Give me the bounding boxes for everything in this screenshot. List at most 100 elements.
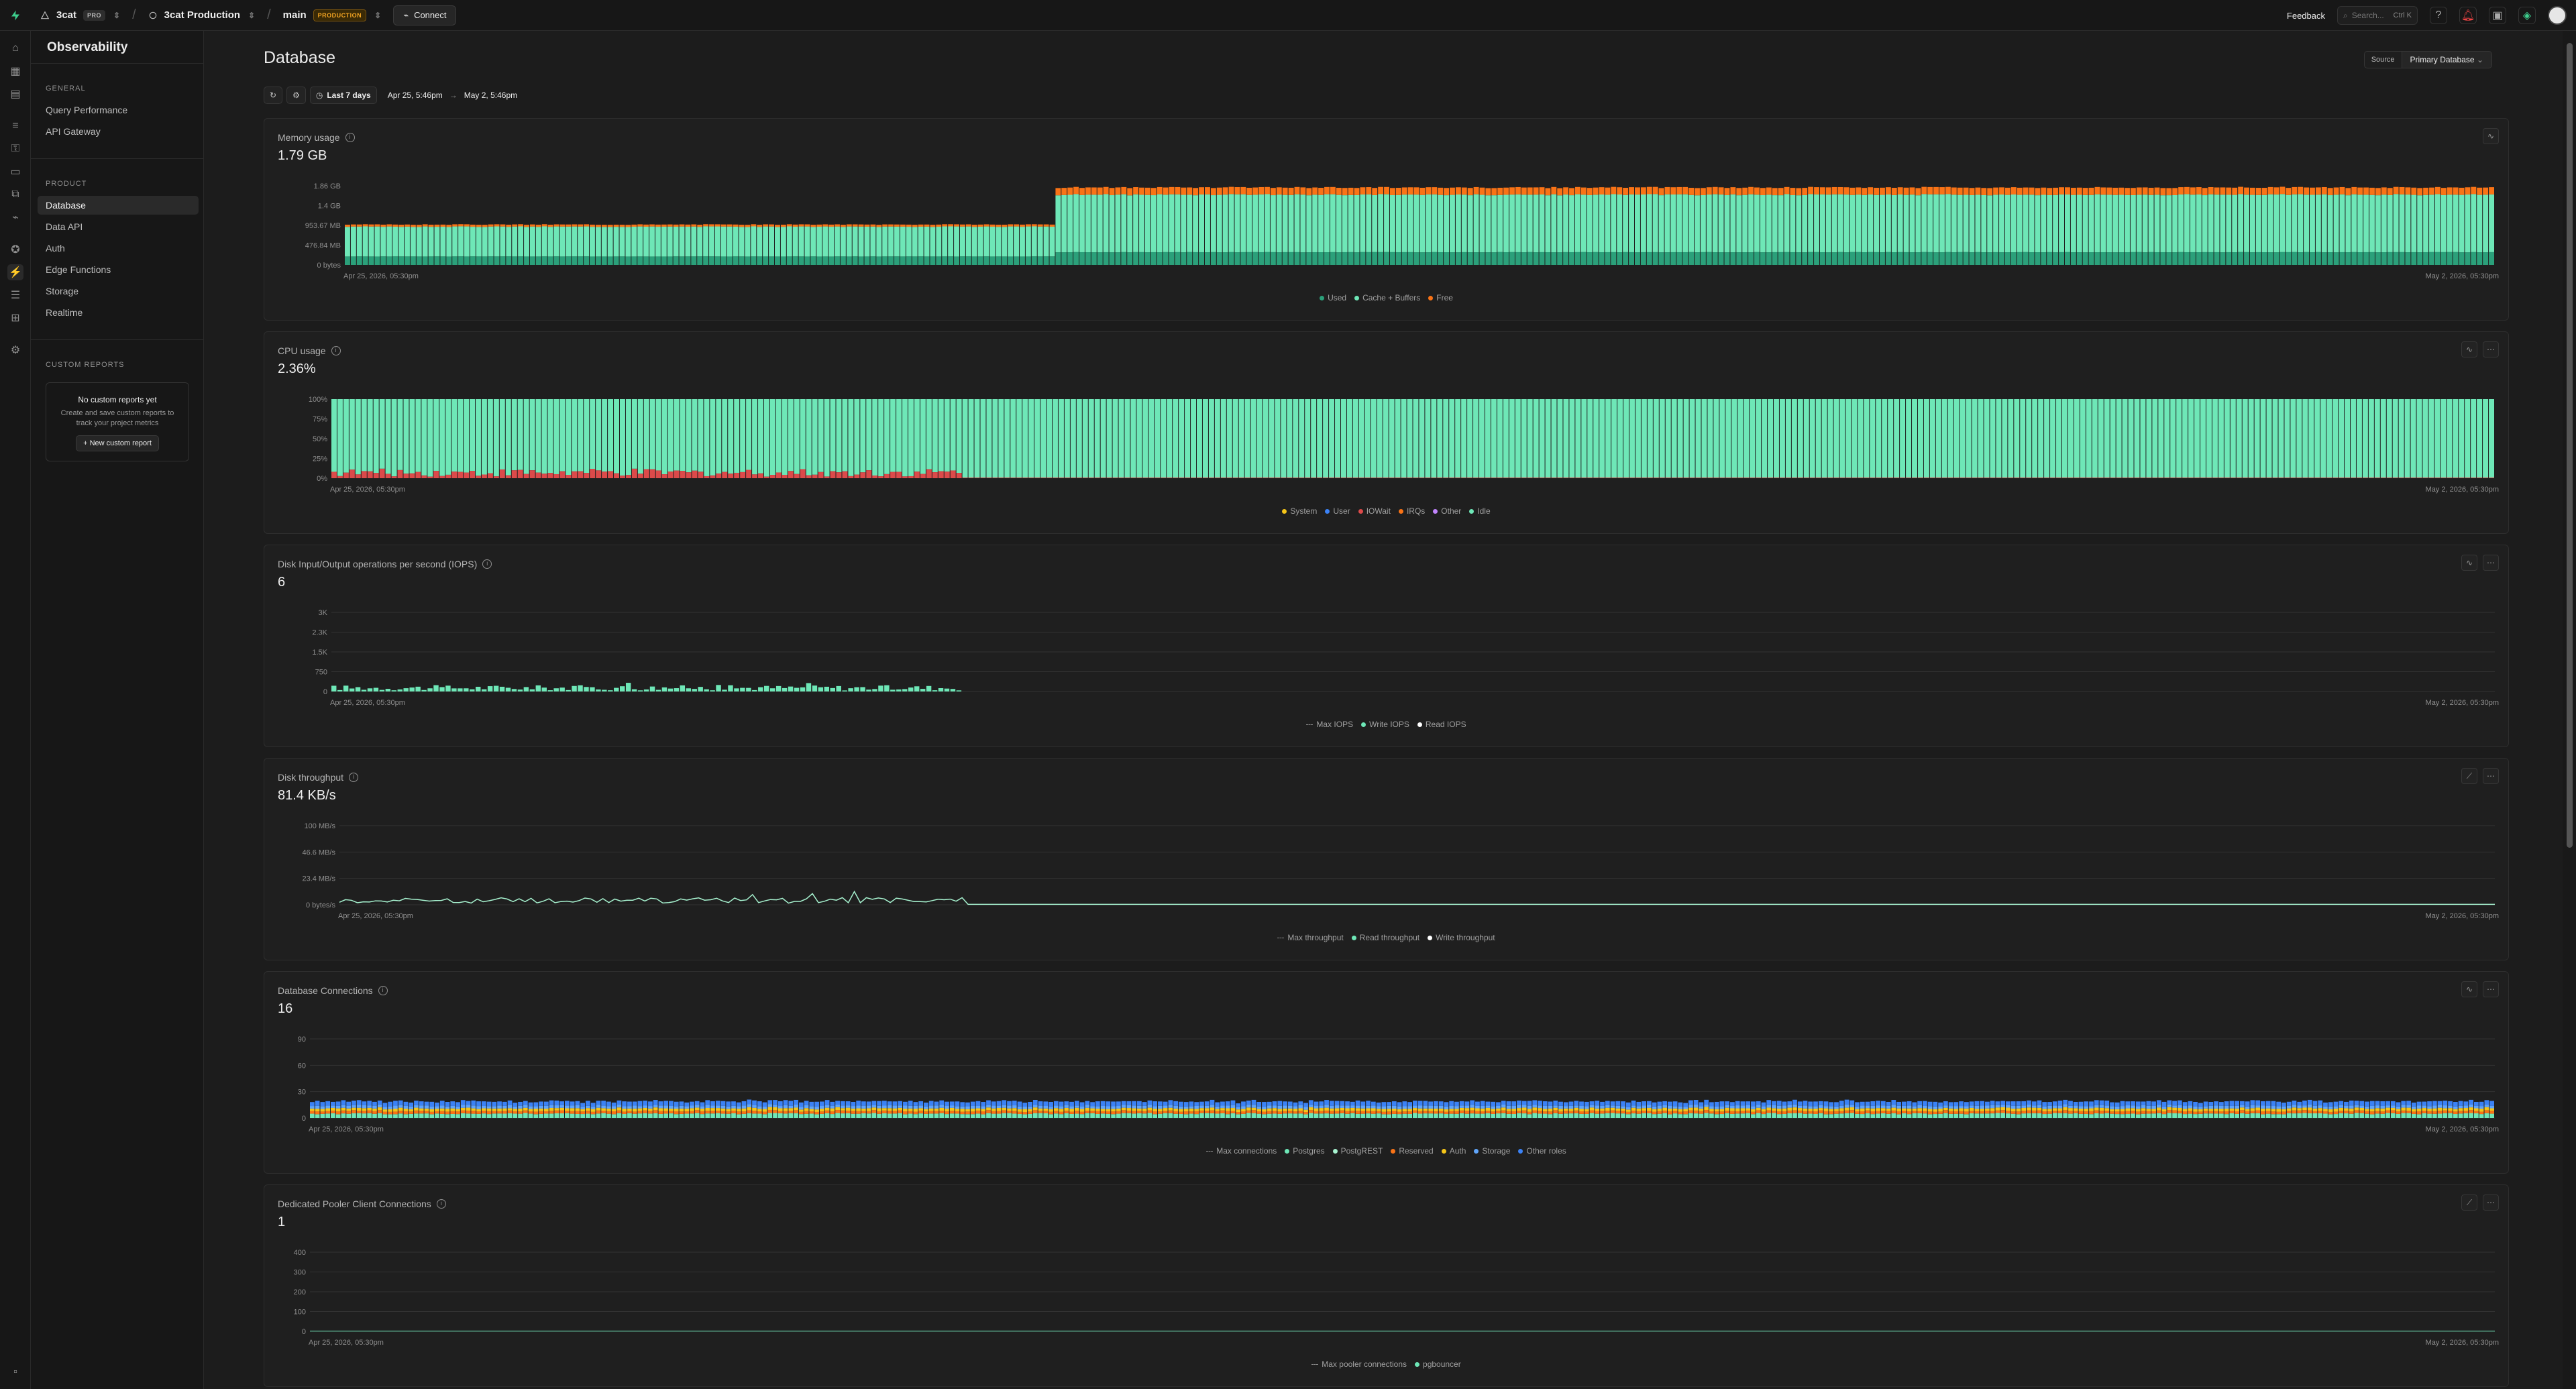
bar-segment: [1569, 188, 1574, 196]
supabase-logo-icon[interactable]: [0, 0, 31, 31]
legend-item[interactable]: Max IOPS: [1306, 720, 1353, 729]
auth-icon[interactable]: ⚿: [7, 141, 23, 157]
legend-item[interactable]: Used: [1320, 293, 1346, 302]
bar-segment: [1473, 252, 1479, 265]
legend-item[interactable]: Write IOPS: [1361, 720, 1409, 729]
menu-item-query-performance[interactable]: Query Performance: [38, 101, 199, 119]
legend-item[interactable]: Read IOPS: [1417, 720, 1466, 729]
bar-idle: [2200, 399, 2206, 478]
bar-segment: [2110, 1109, 2114, 1112]
observability-icon[interactable]: ⚡: [7, 264, 23, 280]
bar-idle: [2122, 399, 2128, 478]
legend-item[interactable]: Read throughput: [1351, 933, 1419, 942]
legend-item[interactable]: Max connections: [1206, 1146, 1277, 1156]
bar-segment: [1943, 1110, 1948, 1113]
notifications-icon[interactable]: 🔔︎: [2459, 7, 2477, 24]
scrollbar[interactable]: [2563, 31, 2576, 1389]
legend-item[interactable]: Auth: [1441, 1146, 1466, 1156]
legend-item[interactable]: IRQs: [1398, 506, 1425, 516]
bar-segment: [1760, 188, 1766, 196]
legend-item[interactable]: Write throughput: [1428, 933, 1495, 942]
legend-item[interactable]: PostgREST: [1332, 1146, 1383, 1156]
scrollbar-thumb[interactable]: [2567, 43, 2573, 848]
advisor-icon[interactable]: ◈: [2518, 7, 2536, 24]
bar-segment: [1303, 1109, 1308, 1113]
settings-icon[interactable]: ⚙: [7, 342, 23, 358]
avatar[interactable]: [2548, 6, 2567, 25]
bar-segment: [1381, 1109, 1387, 1112]
assistant-icon[interactable]: ▣: [2489, 7, 2506, 24]
logs-icon[interactable]: ☰: [7, 287, 23, 303]
bar-segment: [2118, 195, 2125, 253]
advisors-icon[interactable]: ✪: [7, 241, 23, 258]
bar-segment: [773, 1105, 777, 1107]
integrations-icon[interactable]: ⊞: [7, 310, 23, 326]
bar-segment: [541, 226, 547, 257]
bar-segment: [775, 256, 780, 265]
menu-item-database[interactable]: Database: [38, 196, 199, 215]
menu-item-data-api[interactable]: Data API: [38, 217, 199, 236]
bar-segment: [2229, 1111, 2235, 1113]
bar-write-iops: [349, 688, 355, 691]
legend-swatch: [1474, 1149, 1479, 1154]
org-name[interactable]: 3cat: [56, 9, 76, 21]
legend-item[interactable]: User: [1325, 506, 1350, 516]
bar-segment: [1551, 252, 1557, 265]
source-value[interactable]: Primary Database ⌄: [2402, 51, 2492, 68]
bar-segment: [2265, 1113, 2271, 1118]
connect-button[interactable]: ⌁ Connect: [393, 5, 457, 25]
bar-segment: [1735, 1111, 1740, 1114]
org-switcher-icon[interactable]: ⇕: [113, 11, 120, 20]
legend-item[interactable]: Max throughput: [1277, 933, 1344, 942]
legend-item[interactable]: Postgres: [1285, 1146, 1325, 1156]
date-range-button[interactable]: ◷ Last 7 days: [309, 87, 377, 104]
sql-editor-icon[interactable]: ▤: [7, 86, 23, 102]
project-switcher-icon[interactable]: ⇕: [248, 11, 255, 20]
bar-segment: [1682, 252, 1688, 265]
menu-item-api-gateway[interactable]: API Gateway: [38, 122, 199, 141]
bar-segment: [936, 224, 942, 227]
menu-item-storage[interactable]: Storage: [38, 282, 199, 300]
edge-functions-icon[interactable]: ⧉: [7, 186, 23, 203]
settings-button[interactable]: ⚙: [286, 87, 306, 104]
bar-segment: [1150, 252, 1157, 265]
legend-item[interactable]: System: [1282, 506, 1317, 516]
realtime-icon[interactable]: ⌁: [7, 209, 23, 225]
refresh-button[interactable]: ↻: [264, 87, 283, 104]
search-input[interactable]: ⌕ Search... Ctrl K: [2337, 6, 2418, 25]
menu-item-realtime[interactable]: Realtime: [38, 303, 199, 322]
branch-switcher-icon[interactable]: ⇕: [374, 11, 381, 20]
storage-icon[interactable]: ▭: [7, 164, 23, 180]
menu-item-auth[interactable]: Auth: [38, 239, 199, 258]
legend-item[interactable]: Idle: [1469, 506, 1491, 516]
legend-item[interactable]: Storage: [1474, 1146, 1510, 1156]
bar-segment: [1714, 1107, 1719, 1109]
legend-item[interactable]: Cache + Buffers: [1354, 293, 1420, 302]
menu-item-edge-functions[interactable]: Edge Functions: [38, 260, 199, 279]
legend-item[interactable]: Max pooler connections: [1311, 1359, 1407, 1369]
legend-item[interactable]: Other roles: [1518, 1146, 1566, 1156]
bar-idle: [1046, 399, 1052, 478]
collapse-sidebar-icon[interactable]: ▫: [7, 1364, 23, 1380]
legend-item[interactable]: IOWait: [1358, 506, 1391, 516]
bar-segment: [2031, 1107, 2037, 1111]
bar-segment: [2261, 1114, 2265, 1118]
bar-idle: [938, 399, 944, 471]
feedback-button[interactable]: Feedback: [2287, 11, 2325, 21]
table-editor-icon[interactable]: ▦: [7, 63, 23, 79]
database-icon[interactable]: ≡: [7, 118, 23, 134]
project-name[interactable]: 3cat Production: [164, 9, 240, 21]
legend-item[interactable]: Reserved: [1391, 1146, 1434, 1156]
source-selector[interactable]: Source Primary Database ⌄: [2363, 51, 2492, 68]
bar-segment: [1090, 1106, 1095, 1109]
legend-item[interactable]: pgbouncer: [1415, 1359, 1461, 1369]
legend-item[interactable]: Other: [1433, 506, 1461, 516]
bar-segment: [2068, 1105, 2073, 1109]
home-icon[interactable]: ⌂: [7, 40, 23, 56]
help-icon[interactable]: ?: [2430, 7, 2447, 24]
bar-segment: [2463, 1113, 2469, 1118]
new-custom-report-button[interactable]: + New custom report: [76, 435, 159, 451]
legend-item[interactable]: Free: [1428, 293, 1453, 302]
bar-segment: [1147, 1100, 1152, 1105]
branch-name[interactable]: main: [283, 9, 307, 21]
